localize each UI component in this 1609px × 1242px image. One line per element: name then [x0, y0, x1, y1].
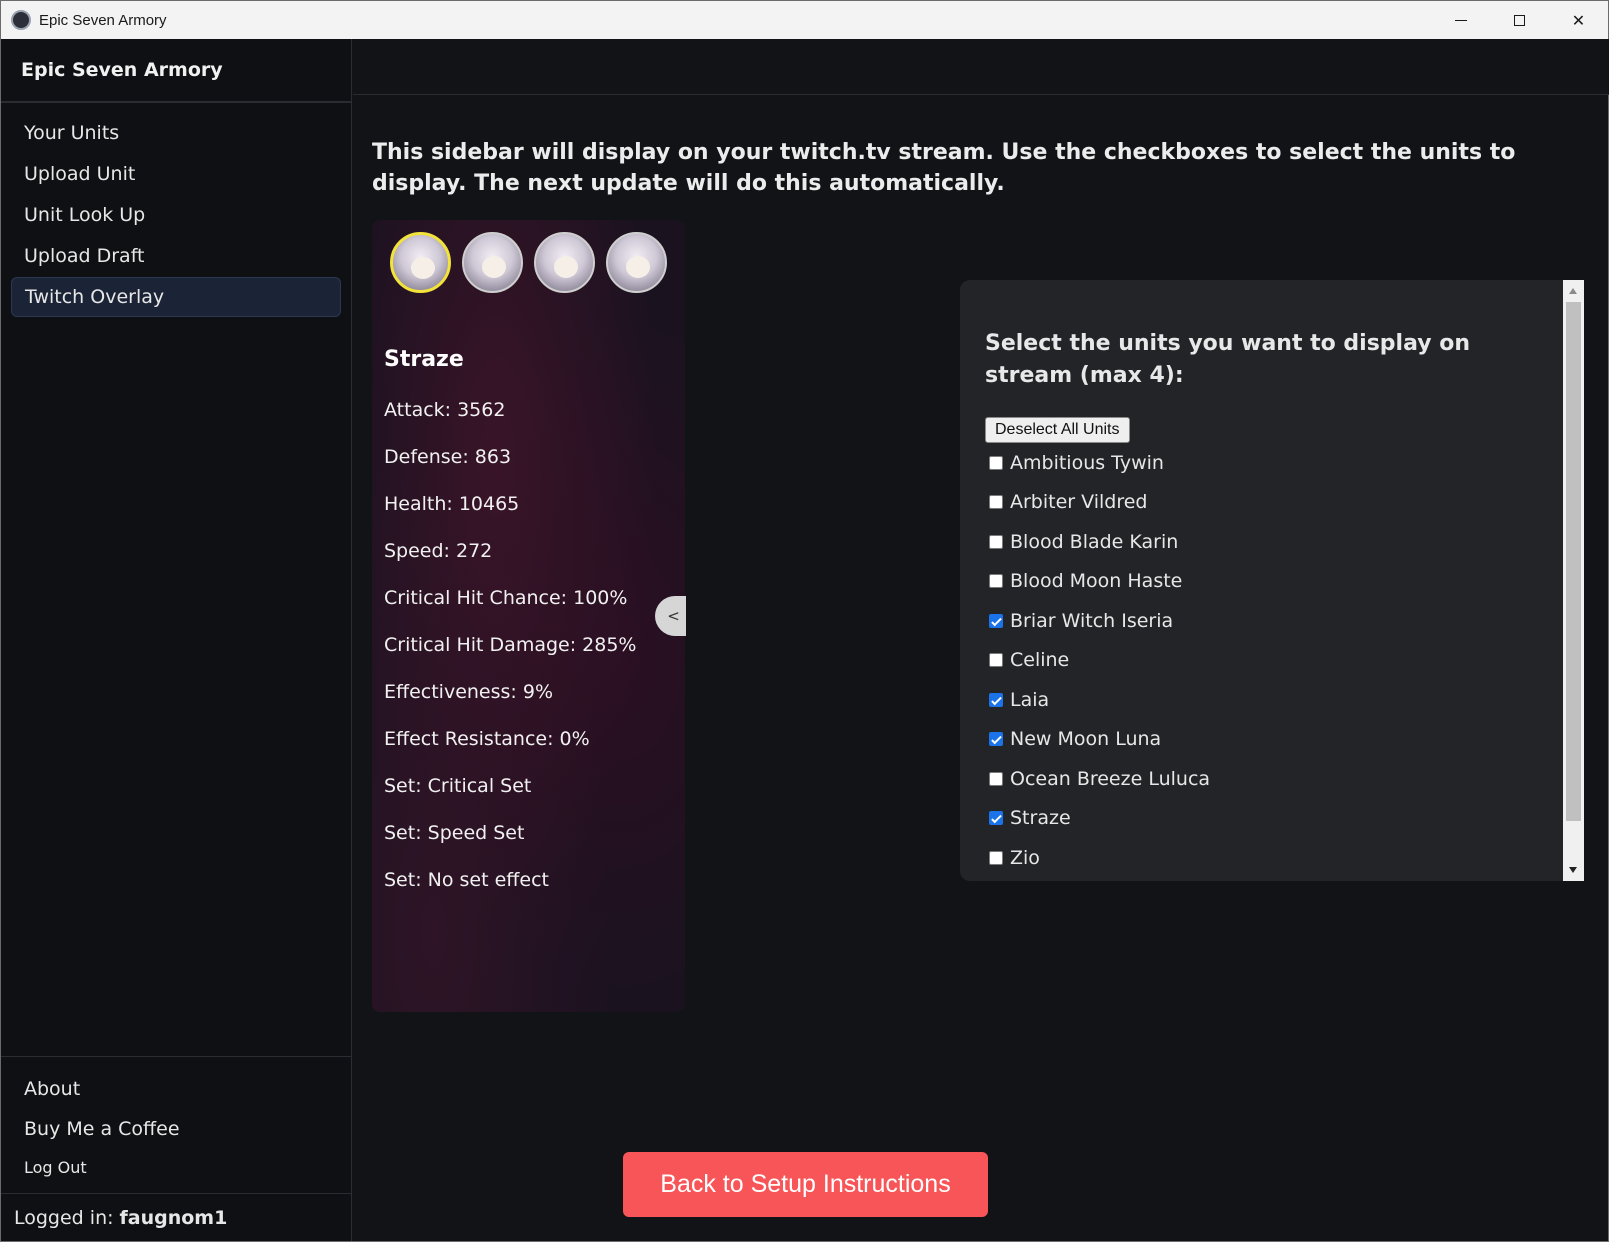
- sidebar-footer: About Buy Me a Coffee Log Out Logged in:…: [1, 1056, 351, 1241]
- unit-checkbox[interactable]: [989, 732, 1003, 747]
- unit-checkbox[interactable]: [989, 534, 1003, 549]
- unit-checkbox[interactable]: [989, 771, 1003, 786]
- scroll-up-icon[interactable]: [1569, 288, 1577, 294]
- unit-avatars: [390, 232, 667, 293]
- minimize-button[interactable]: [1431, 1, 1490, 39]
- minimize-icon: [1454, 19, 1467, 21]
- unit-checkbox[interactable]: [989, 692, 1003, 707]
- unit-selection-title: Select the units you want to display on …: [985, 331, 1471, 388]
- list-item: New Moon Luna: [985, 720, 1545, 760]
- intro-text: This sidebar will display on your twitch…: [372, 140, 1516, 196]
- unit-label: Blood Moon Haste: [1010, 570, 1183, 593]
- list-item: Ocean Breeze Luluca: [985, 759, 1545, 799]
- sidebar-item-twitch-overlay[interactable]: Twitch Overlay: [11, 277, 341, 317]
- unit-label: Straze: [1010, 807, 1071, 830]
- stat-effectiveness: Effectiveness: 9%: [384, 681, 554, 703]
- brand-title: Epic Seven Armory: [1, 39, 351, 103]
- scroll-down-icon[interactable]: [1569, 867, 1577, 873]
- maximize-button[interactable]: [1490, 1, 1549, 39]
- list-item: Arbiter Vildred: [985, 483, 1545, 523]
- maximize-icon: [1514, 14, 1525, 26]
- list-item: Ambitious Tywin: [985, 443, 1545, 483]
- sidebar-item-your-units[interactable]: Your Units: [11, 113, 341, 153]
- selected-unit-name: Straze: [384, 347, 464, 372]
- scrollbar-thumb[interactable]: [1566, 302, 1581, 821]
- unit-checkbox[interactable]: [989, 574, 1003, 589]
- logged-in-status: Logged in: faugnom1: [1, 1193, 351, 1241]
- list-item: Briar Witch Iseria: [985, 601, 1545, 641]
- unit-label: Arbiter Vildred: [1010, 491, 1148, 514]
- stat-set-3: Set: No set effect: [384, 869, 549, 891]
- window-title: Epic Seven Armory: [39, 11, 167, 29]
- stat-defense: Defense: 863: [384, 446, 512, 468]
- sidebar-nav: Your Units Upload Unit Unit Look Up Uplo…: [1, 103, 351, 328]
- close-button[interactable]: ✕: [1549, 1, 1608, 39]
- stat-crit-damage: Critical Hit Damage: 285%: [384, 634, 637, 656]
- username: faugnom1: [119, 1206, 228, 1229]
- app-logo-icon: [11, 10, 31, 30]
- sidebar: Epic Seven Armory Your Units Upload Unit…: [1, 39, 352, 1241]
- sidebar-item-unit-look-up[interactable]: Unit Look Up: [11, 195, 341, 235]
- list-item: Straze: [985, 799, 1545, 839]
- buy-me-a-coffee-link[interactable]: Buy Me a Coffee: [1, 1109, 351, 1149]
- list-item: Celine: [985, 641, 1545, 681]
- list-item: Laia: [985, 680, 1545, 720]
- unit-checkbox[interactable]: [989, 495, 1003, 510]
- stat-attack: Attack: 3562: [384, 399, 506, 421]
- unit-checkbox-list: Ambitious Tywin Arbiter Vildred Blood Bl…: [985, 443, 1545, 878]
- unit-checkbox[interactable]: [989, 653, 1003, 668]
- close-icon: ✕: [1571, 10, 1586, 30]
- unit-label: Ambitious Tywin: [1010, 451, 1164, 474]
- unit-selection-content: Select the units you want to display on …: [985, 328, 1545, 878]
- unit-avatar[interactable]: [606, 232, 667, 293]
- unit-checkbox[interactable]: [989, 850, 1003, 865]
- back-to-setup-button[interactable]: Back to Setup Instructions: [623, 1152, 988, 1217]
- unit-label: Laia: [1010, 688, 1050, 711]
- unit-avatar[interactable]: [462, 232, 523, 293]
- top-bar: [353, 39, 1609, 95]
- sidebar-bottom-links: About Buy Me a Coffee Log Out: [1, 1057, 351, 1193]
- unit-label: New Moon Luna: [1010, 728, 1162, 751]
- list-item: Blood Blade Karin: [985, 522, 1545, 562]
- unit-label: Blood Blade Karin: [1010, 530, 1179, 553]
- unit-label: Celine: [1010, 649, 1070, 672]
- title-bar: Epic Seven Armory ✕: [1, 1, 1608, 39]
- unit-label: Briar Witch Iseria: [1010, 609, 1174, 632]
- logged-in-label: Logged in:: [14, 1206, 114, 1229]
- list-item: Blood Moon Haste: [985, 562, 1545, 602]
- unit-avatar[interactable]: [534, 232, 595, 293]
- unit-label: Ocean Breeze Luluca: [1010, 767, 1211, 790]
- stat-health: Health: 10465: [384, 493, 520, 515]
- unit-checkbox[interactable]: [989, 811, 1003, 826]
- overlay-preview: Straze Attack: 3562 Defense: 863 Health:…: [372, 220, 685, 1012]
- stat-set-1: Set: Critical Set: [384, 775, 532, 797]
- stat-set-2: Set: Speed Set: [384, 822, 525, 844]
- deselect-all-button[interactable]: Deselect All Units: [985, 417, 1130, 443]
- unit-stats: Attack: 3562 Defense: 863 Health: 10465 …: [384, 398, 636, 915]
- stat-speed: Speed: 272: [384, 540, 493, 562]
- unit-selection-panel: Select the units you want to display on …: [960, 280, 1584, 881]
- unit-label: Zio: [1010, 846, 1040, 869]
- log-out-link[interactable]: Log Out: [1, 1149, 351, 1185]
- sidebar-item-upload-unit[interactable]: Upload Unit: [11, 154, 341, 194]
- about-link[interactable]: About: [1, 1069, 351, 1109]
- stat-crit-chance: Critical Hit Chance: 100%: [384, 587, 628, 609]
- app-window: Epic Seven Armory ✕ Epic Seven Armory Yo…: [0, 0, 1609, 1242]
- unit-checkbox[interactable]: [989, 455, 1003, 470]
- stat-effect-resistance: Effect Resistance: 0%: [384, 728, 590, 750]
- unit-avatar[interactable]: [390, 232, 451, 293]
- sidebar-item-upload-draft[interactable]: Upload Draft: [11, 236, 341, 276]
- window-controls: ✕: [1431, 1, 1608, 39]
- list-item: Zio: [985, 838, 1545, 878]
- unit-checkbox[interactable]: [989, 613, 1003, 628]
- scrollbar[interactable]: [1563, 280, 1584, 881]
